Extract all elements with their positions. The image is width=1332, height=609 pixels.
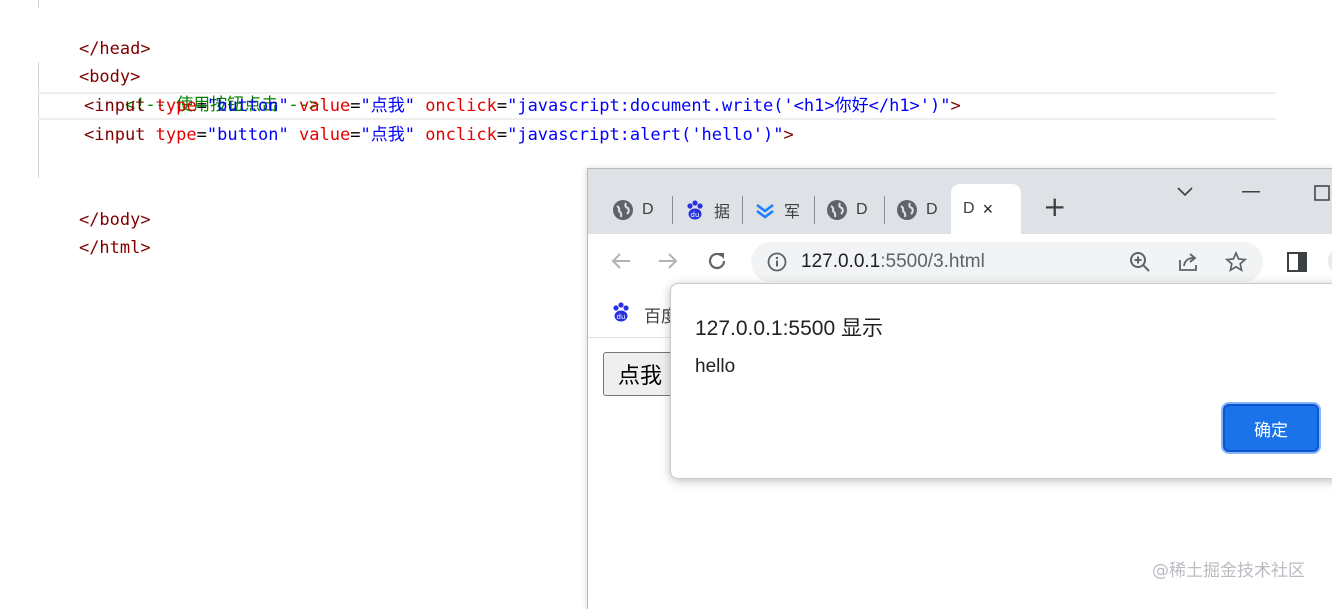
code-line-body-close: </body> (38, 178, 151, 230)
baidu-paw-icon: du (613, 302, 629, 322)
tab-label: D (642, 201, 654, 218)
tab-search-chevron-icon[interactable] (1176, 186, 1194, 198)
tab-separator (672, 196, 673, 224)
side-panel-icon[interactable] (1286, 251, 1308, 273)
code-token: value (299, 125, 351, 145)
chevrons-icon (754, 199, 776, 221)
tab-separator (884, 196, 885, 224)
page-click-button[interactable]: 点我 (603, 352, 679, 396)
code-line-html-close: </html> (38, 206, 151, 258)
tab-2[interactable]: du 据 (684, 191, 730, 229)
browser-toolbar: 127.0.0.1:5500/3.html (588, 234, 1332, 289)
code-token: = (196, 96, 207, 116)
tab-separator (814, 196, 815, 224)
tab-label: D (963, 200, 975, 217)
tab-1[interactable]: D (612, 191, 654, 229)
code-token: </html> (78, 238, 151, 258)
maximize-icon[interactable] (1314, 185, 1330, 201)
code-line-head-close: </head> (38, 7, 151, 59)
code-line-body-open: <body> (38, 35, 140, 87)
code-token: "button" (206, 125, 289, 145)
bookmark-star-icon[interactable] (1225, 251, 1247, 273)
code-token: "点我" (360, 96, 415, 116)
globe-icon (612, 199, 634, 221)
tab-3[interactable]: 军 (754, 191, 800, 229)
tab-separator (742, 196, 743, 224)
code-token: <input (84, 96, 146, 116)
code-token: "点我" (360, 125, 415, 145)
address-bar[interactable]: 127.0.0.1:5500/3.html (751, 242, 1263, 282)
url-text: 127.0.0.1:5500/3.html (801, 242, 985, 282)
close-tab-icon[interactable]: × (983, 199, 994, 220)
zoom-icon[interactable] (1129, 251, 1151, 273)
share-icon[interactable] (1177, 251, 1199, 273)
tab-4[interactable]: D (826, 191, 868, 229)
code-token: > (783, 125, 794, 145)
code-token: type (155, 96, 197, 116)
url-path: :5500/3.html (880, 251, 985, 272)
code-token: onclick (425, 96, 497, 116)
code-token: = (496, 96, 508, 116)
svg-text:du: du (617, 313, 626, 321)
code-token: type (155, 125, 197, 145)
code-line-input-write: <input type="button" value="点我" onclick=… (84, 92, 961, 120)
code-token: = (496, 125, 508, 145)
tab-active[interactable]: D × (951, 184, 1021, 234)
tab-label: 军 (784, 204, 801, 221)
info-icon[interactable] (767, 252, 787, 272)
code-token: = (196, 125, 207, 145)
code-token: <input (84, 125, 146, 145)
baidu-paw-icon: du (684, 199, 706, 221)
tab-label: 据 (714, 204, 731, 221)
forward-arrow-icon[interactable] (655, 248, 681, 274)
ok-button[interactable]: 确定 (1223, 404, 1319, 452)
tab-5[interactable]: D (896, 191, 938, 229)
globe-icon (826, 199, 848, 221)
code-token: "javascript:document.write('<h1>你好</h1>'… (507, 96, 951, 116)
code-token: onclick (425, 125, 497, 145)
code-token: > (950, 96, 961, 116)
code-token: value (299, 96, 351, 116)
profile-avatar[interactable] (1328, 246, 1332, 276)
tab-label: D (856, 201, 868, 218)
code-token: = (350, 125, 361, 145)
dialog-message: hello (695, 356, 736, 377)
url-host: 127.0.0.1 (801, 251, 881, 272)
code-line-input-alert: <input type="button" value="点我" onclick=… (84, 121, 794, 149)
code-token: "javascript:alert('hello')" (507, 125, 784, 145)
minimize-icon[interactable] (1242, 191, 1260, 193)
reload-icon[interactable] (704, 248, 730, 274)
svg-text:du: du (691, 211, 700, 219)
watermark: @稀土掘金技术社区 (1152, 561, 1305, 581)
globe-icon (896, 199, 918, 221)
alert-dialog: 127.0.0.1:5500 显示 hello 确定 (670, 283, 1332, 479)
code-line-comment: <!-- 使用按钮点击 --> (84, 63, 319, 115)
tab-strip: D du 据 军 D D D × + (588, 169, 1332, 234)
tab-label: D (926, 201, 938, 218)
back-arrow-icon[interactable] (608, 248, 634, 274)
code-token: "button" (206, 96, 289, 116)
new-tab-button[interactable]: + (1043, 193, 1066, 221)
code-token: = (350, 96, 361, 116)
dialog-title: 127.0.0.1:5500 显示 (695, 317, 883, 340)
